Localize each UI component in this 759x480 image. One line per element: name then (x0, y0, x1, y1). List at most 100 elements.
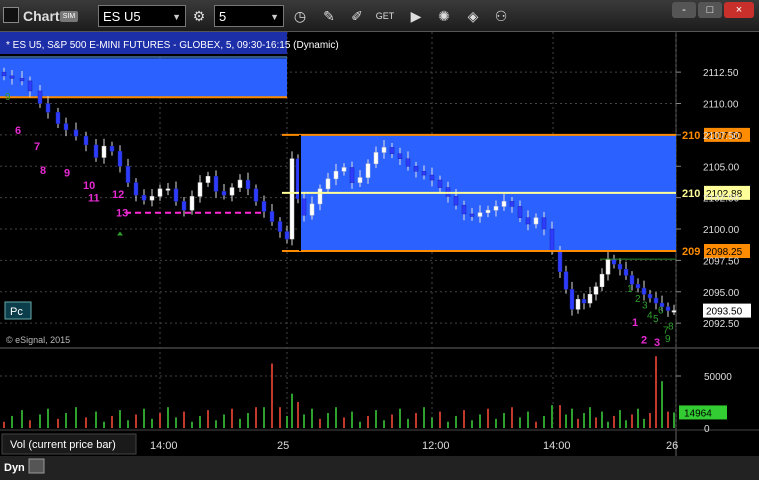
window-title: Chart (23, 8, 60, 24)
td-count-magenta: 1 (632, 317, 638, 329)
candle-body (309, 203, 315, 216)
interval-combo[interactable]: 5 ▼ (214, 5, 284, 27)
price-tick-label: 2110.00 (703, 100, 739, 111)
candle-body (653, 297, 659, 304)
candle-body (365, 163, 371, 178)
td-count-magenta: 10 (83, 180, 95, 192)
candle-body (45, 103, 51, 113)
price-tick-label: 2105.00 (703, 162, 740, 173)
candle-body (245, 179, 251, 190)
symbol-value: ES U5 (103, 9, 141, 24)
chevron-down-icon[interactable]: ▼ (270, 6, 279, 28)
td-count-green: 8 (668, 322, 674, 333)
td-count-green: 2 (635, 294, 641, 305)
price-tick-label: 2097.50 (703, 256, 740, 267)
candle-body (277, 221, 283, 232)
candle-body (269, 211, 275, 222)
get-icon[interactable]: GET (374, 5, 396, 27)
time-tick-label: 14:00 (150, 440, 178, 452)
candle-body (641, 287, 647, 295)
price-chart: 210 2107.50210 2102.88209 2098.25 678 91011 1… (0, 32, 759, 480)
sim-badge: SIM (60, 11, 78, 22)
candle-body (397, 153, 403, 159)
candle-body (237, 179, 243, 188)
td-count-green: 9 (5, 92, 11, 103)
dyn-toggle-icon[interactable] (28, 458, 45, 474)
candle-body (477, 212, 483, 217)
candle-body (485, 209, 491, 213)
volume-tick-label: 0 (704, 424, 710, 435)
candle-body (181, 201, 187, 211)
candle-body (647, 294, 653, 299)
candle-body (9, 75, 15, 79)
candle-body (173, 188, 179, 202)
candle-body (671, 310, 677, 313)
candle-body (581, 299, 587, 304)
volume-title: Vol (current price bar) (10, 439, 116, 451)
pen-icon[interactable]: ✐ (346, 5, 368, 27)
gear-icon[interactable]: ✺ (433, 5, 455, 27)
candle-body (205, 176, 211, 183)
candle-body (405, 158, 411, 167)
time-tick-label: 14:00 (543, 440, 571, 452)
price-tick-label: 2107.50 (703, 131, 740, 142)
level-prefix: 209 (682, 246, 700, 258)
candle-body (301, 198, 307, 216)
candle-body (157, 188, 163, 197)
play-icon[interactable]: ▶ (405, 5, 427, 27)
zone-first-day (0, 58, 287, 98)
pc-label: Pc (10, 306, 23, 318)
pencil-icon[interactable]: ✎ (318, 5, 340, 27)
td-count-magenta: 9 (64, 168, 70, 180)
time-tick-label: 12:00 (422, 440, 450, 452)
chart-toolbar: Chart SIM ES U5 ▼ ⚙ 5 ▼ ◷ ✎ ✐ GET ▶ ✺ ◈ … (0, 0, 759, 32)
candle-body (623, 268, 629, 276)
candle-body (563, 271, 569, 290)
chevron-down-icon[interactable]: ▼ (172, 6, 181, 28)
close-button[interactable]: × (724, 2, 754, 18)
people-icon[interactable]: ⚇ (490, 5, 512, 27)
minimize-button[interactable]: - (672, 2, 696, 18)
candle-body (101, 145, 107, 158)
candle-body (599, 273, 605, 288)
candle-body (517, 206, 523, 218)
clock-link-icon[interactable]: ⚙ (188, 5, 210, 27)
candle-body (665, 306, 671, 311)
candle-body (575, 299, 581, 310)
candle-body (221, 191, 227, 196)
candle-body (381, 147, 387, 153)
td-count-green: 6 (658, 305, 664, 316)
candle-body (133, 182, 139, 196)
candle-body (325, 178, 331, 190)
ruler-icon[interactable]: ◈ (462, 5, 484, 27)
candle-body (421, 171, 427, 176)
symbol-combo[interactable]: ES U5 ▼ (98, 5, 186, 27)
td-count-green: 1 (627, 284, 633, 295)
candle-body (125, 166, 131, 183)
candle-body (317, 188, 323, 205)
candle-body (453, 196, 459, 206)
td-count-green: 9 (665, 334, 671, 345)
candle-body (525, 217, 531, 225)
td-count-magenta: 11 (88, 193, 100, 205)
candle-body (213, 176, 219, 192)
candle-body (93, 144, 99, 158)
clock-icon[interactable]: ◷ (289, 5, 311, 27)
candle-body (509, 201, 515, 207)
maximize-button[interactable]: □ (698, 2, 722, 18)
candle-body (149, 196, 155, 201)
price-tick-label: 2112.50 (703, 68, 739, 79)
candle-body (493, 206, 499, 211)
level-prefix: 210 (682, 188, 700, 200)
candle-body (19, 78, 25, 82)
candle-body (63, 123, 69, 131)
candle-body (617, 263, 623, 270)
candle-body (541, 217, 547, 230)
candle-body (533, 217, 539, 225)
volume-current-label: 14964 (684, 408, 712, 419)
td-count-magenta: 12 (112, 189, 124, 201)
candle-body (349, 167, 355, 183)
candle-body (165, 188, 171, 191)
candle-body (253, 188, 259, 202)
candle-body (284, 231, 290, 240)
